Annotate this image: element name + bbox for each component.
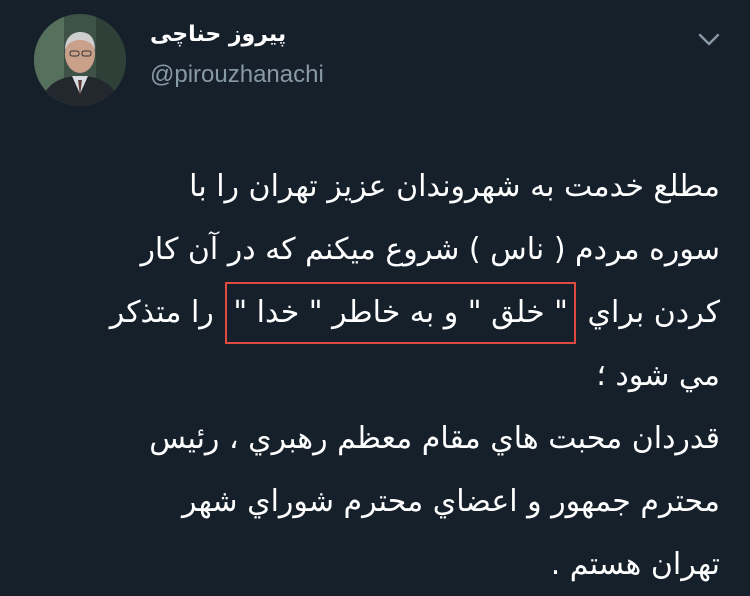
profile-photo-icon — [34, 14, 126, 106]
tweet: پیروز حناچی @pirouzhanachi مطلع خدمت به … — [0, 0, 750, 590]
tweet-text-line: سوره مردم ( ناس ) شروع میکنم که در آن کا… — [140, 232, 720, 267]
tweet-text-line: مي شود ؛ — [596, 358, 720, 393]
tweet-text-segment: کردن براي — [587, 295, 720, 330]
tweet-text-segment: را متذکر — [109, 295, 214, 330]
chevron-down-icon[interactable] — [696, 28, 722, 50]
avatar[interactable] — [34, 14, 126, 106]
tweet-text-line: قدردان محبت هاي مقام معظم رهبري ، رئیس — [149, 421, 720, 456]
tweet-text-line: تهران هستم . — [550, 547, 720, 582]
author-handle[interactable]: @pirouzhanachi — [150, 61, 324, 89]
author-display-name[interactable]: پیروز حناچی — [150, 22, 286, 47]
highlighted-phrase: " خلق " و به خاطر " خدا " — [225, 282, 576, 344]
tweet-text-line: محترم جمهور و اعضاي محترم شوراي شهر — [182, 484, 720, 519]
tweet-text-line: مطلع خدمت به شهروندان عزیز تهران را با — [189, 169, 720, 204]
tweet-text: مطلع خدمت به شهروندان عزیز تهران را با س… — [20, 155, 720, 596]
tweet-text-line: کردن براي " خلق " و به خاطر " خدا " را م… — [20, 281, 720, 344]
